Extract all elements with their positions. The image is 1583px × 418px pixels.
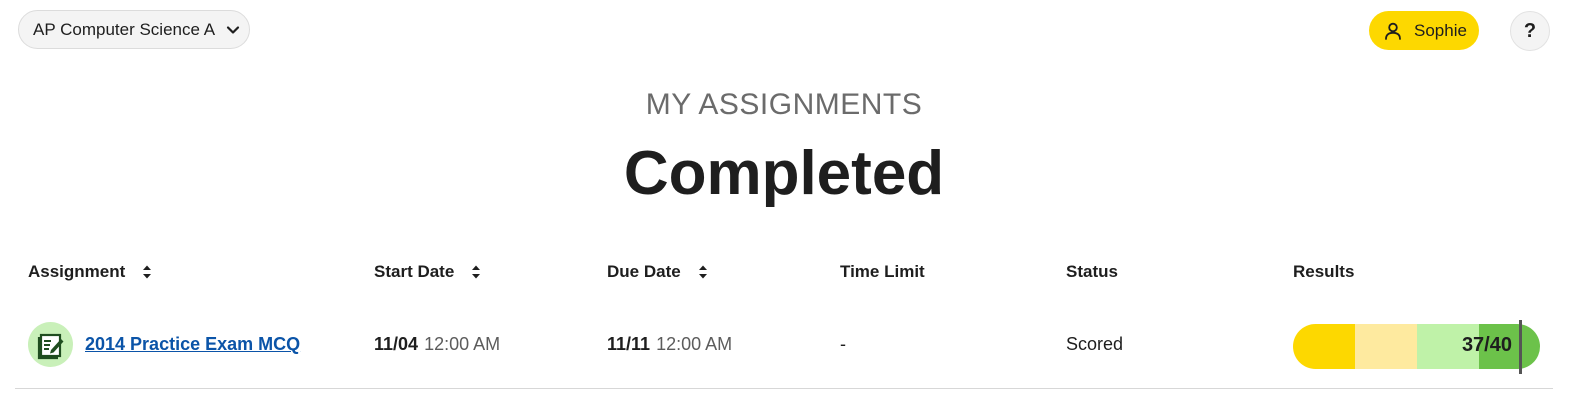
column-header-due-date: Due Date xyxy=(607,262,709,282)
course-selector-label: AP Computer Science A xyxy=(33,19,216,39)
results-segment xyxy=(1293,324,1355,369)
column-header-time-limit: Time Limit xyxy=(840,262,925,282)
page-eyebrow: MY ASSIGNMENTS xyxy=(645,88,923,121)
column-label: Due Date xyxy=(607,262,681,281)
column-header-status: Status xyxy=(1066,262,1118,282)
results-score: 37/40 xyxy=(1461,334,1512,356)
column-label: Results xyxy=(1293,262,1355,281)
column-label: Start Date xyxy=(374,262,455,281)
start-time: 12:00 AM xyxy=(424,334,501,354)
start-date: 11/04 xyxy=(374,334,419,354)
column-header-start-date: Start Date xyxy=(374,262,482,282)
chevron-down-icon xyxy=(225,22,241,38)
column-label: Status xyxy=(1066,262,1118,281)
column-header-results: Results xyxy=(1293,262,1354,282)
start-date-cell: 11/04 12:00 AM xyxy=(374,334,500,355)
sort-icon[interactable] xyxy=(697,262,709,282)
user-icon xyxy=(1383,21,1403,41)
status-cell: Scored xyxy=(1066,334,1124,354)
time-limit-cell: - xyxy=(840,334,846,354)
results-segment xyxy=(1355,324,1417,369)
sort-icon[interactable] xyxy=(141,262,153,282)
row-divider xyxy=(15,388,1553,389)
help-button[interactable]: ? xyxy=(1510,11,1550,51)
column-label: Time Limit xyxy=(840,262,925,281)
page-title: Completed xyxy=(623,139,945,208)
assignment-edit-icon xyxy=(28,322,73,367)
results-marker xyxy=(1519,320,1522,374)
due-date-cell: 11/11 12:00 AM xyxy=(607,334,732,355)
sort-icon[interactable] xyxy=(470,262,482,282)
column-label: Assignment xyxy=(28,262,126,281)
due-time: 12:00 AM xyxy=(656,334,733,354)
assignment-link[interactable]: 2014 Practice Exam MCQ xyxy=(85,334,300,355)
column-header-assignment: Assignment xyxy=(28,262,153,282)
course-selector[interactable]: AP Computer Science A xyxy=(18,10,250,49)
user-name: Sophie xyxy=(1414,20,1467,40)
due-date: 11/11 xyxy=(607,334,651,354)
user-menu-button[interactable]: Sophie xyxy=(1369,11,1479,50)
